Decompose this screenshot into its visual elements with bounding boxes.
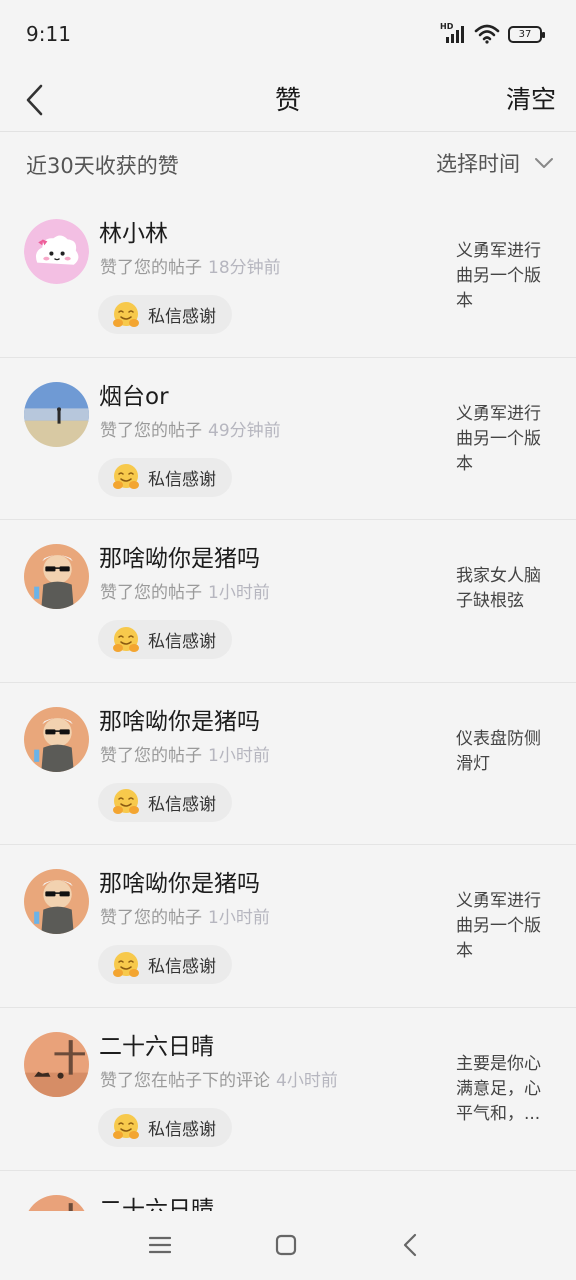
like-action: 赞了您的帖子 [100, 258, 202, 278]
like-time: 18分钟前 [208, 258, 281, 278]
username[interactable]: 二十六日晴 [99, 1190, 214, 1211]
like-action: 赞了您的帖子 [100, 583, 202, 604]
hug-emoji-icon [113, 789, 139, 815]
cloud-avatar-image [24, 219, 89, 284]
like-list: 林小林 赞了您的帖子 18分钟前 私信感谢 义勇军进行曲另一个版本 烟台or 赞了… [0, 195, 576, 1211]
post-title[interactable]: 义勇军进行曲另一个版本 [456, 402, 556, 477]
like-meta: 赞了您的帖子 1小时前 [100, 903, 270, 928]
cartoon-avatar-image [24, 544, 89, 610]
wifi-icon [474, 24, 500, 44]
username[interactable]: 二十六日晴 [99, 1027, 214, 1061]
like-time: 1小时前 [208, 745, 270, 766]
post-title[interactable]: 仪表盘防侧滑灯 [456, 727, 556, 777]
like-item[interactable]: 那啥呦你是猪吗 赞了您的帖子 1小时前 私信感谢 我家女人脑子缺根弦 [0, 520, 576, 683]
username[interactable]: 林小林 [99, 214, 168, 248]
home-square-icon [275, 1234, 297, 1256]
status-time: 9:11 [26, 22, 71, 46]
nav-back-button[interactable] [390, 1229, 430, 1261]
like-item[interactable]: 二十六日晴 赞了您在帖子下的评论 4小时前 私信感谢 主要是你心满意足，心平气和，… [0, 1008, 576, 1171]
like-time: 4小时前 [276, 1070, 338, 1091]
username[interactable]: 那啥呦你是猪吗 [99, 864, 260, 898]
status-icons: HD 37 [440, 22, 545, 44]
like-item[interactable]: 那啥呦你是猪吗 赞了您的帖子 1小时前 私信感谢 义勇军进行曲另一个版本 [0, 845, 576, 1008]
post-title[interactable]: 我家女人脑子缺根弦 [456, 564, 556, 614]
thanks-label: 私信感谢 [148, 957, 216, 978]
time-picker-label: 选择时间 [436, 152, 520, 176]
network-type: HD [440, 22, 454, 31]
like-action: 赞了您的帖子 [100, 908, 202, 929]
chevron-left-icon [26, 84, 43, 116]
like-action: 赞了您的帖子 [100, 745, 202, 766]
menu-button[interactable] [140, 1229, 180, 1261]
avatar[interactable] [24, 1194, 89, 1211]
post-title[interactable]: 主要是你心满意足，心平气和，... [456, 1052, 556, 1127]
thanks-label: 私信感谢 [148, 307, 216, 327]
like-item[interactable]: 林小林 赞了您的帖子 18分钟前 私信感谢 义勇军进行曲另一个版本 [0, 195, 576, 358]
hug-emoji-icon [113, 1114, 139, 1140]
battery-icon: 37 [508, 25, 545, 43]
like-time: 1小时前 [208, 908, 270, 929]
like-meta: 赞了您的帖子 49分钟前 [100, 416, 281, 441]
thanks-label: 私信感谢 [148, 1119, 216, 1140]
message-thanks-button[interactable]: 私信感谢 [98, 620, 232, 660]
message-thanks-button[interactable]: 私信感谢 [98, 295, 232, 334]
like-action: 赞了您在帖子下的评论 [100, 1070, 270, 1091]
system-nav-bar [0, 1211, 576, 1280]
username[interactable]: 烟台or [99, 377, 169, 411]
like-time: 1小时前 [208, 583, 270, 604]
like-item[interactable]: 二十六日晴 [0, 1171, 576, 1211]
signal-icon: HD [440, 22, 466, 43]
status-bar: 9:11 HD 37 [0, 0, 576, 68]
beach-avatar-image [24, 381, 89, 447]
avatar[interactable] [24, 381, 89, 447]
time-picker-button[interactable]: 选择时间 [436, 148, 554, 178]
sunset-avatar-image [24, 1031, 89, 1097]
home-button[interactable] [266, 1229, 306, 1261]
hug-emoji-icon [113, 301, 139, 327]
sunset-avatar-image [24, 1194, 89, 1211]
filter-row: 近30天收获的赞 选择时间 [0, 133, 576, 195]
avatar[interactable] [24, 219, 89, 284]
cartoon-avatar-image [24, 706, 89, 772]
thanks-label: 私信感谢 [148, 632, 216, 653]
username[interactable]: 那啥呦你是猪吗 [99, 702, 260, 736]
like-meta: 赞了您在帖子下的评论 4小时前 [100, 1066, 338, 1091]
cartoon-avatar-image [24, 869, 89, 935]
chevron-down-icon [535, 158, 553, 168]
thanks-label: 私信感谢 [148, 794, 216, 815]
message-thanks-button[interactable]: 私信感谢 [98, 1107, 232, 1147]
like-action: 赞了您的帖子 [100, 420, 202, 441]
clear-button[interactable]: 清空 [506, 80, 556, 116]
like-item[interactable]: 那啥呦你是猪吗 赞了您的帖子 1小时前 私信感谢 仪表盘防侧滑灯 [0, 683, 576, 846]
username[interactable]: 那啥呦你是猪吗 [99, 539, 260, 573]
hug-emoji-icon [113, 464, 139, 490]
header: 赞 清空 [0, 68, 576, 132]
avatar[interactable] [24, 1031, 89, 1097]
page-title: 赞 [274, 86, 301, 116]
like-meta: 赞了您的帖子 18分钟前 [100, 253, 281, 278]
like-time: 49分钟前 [208, 420, 281, 441]
post-title[interactable]: 义勇军进行曲另一个版本 [456, 889, 556, 964]
back-triangle-icon [403, 1233, 417, 1257]
avatar[interactable] [24, 869, 89, 935]
avatar[interactable] [24, 544, 89, 610]
message-thanks-button[interactable]: 私信感谢 [98, 945, 232, 985]
like-meta: 赞了您的帖子 1小时前 [100, 741, 270, 766]
menu-icon [149, 1236, 171, 1254]
post-title[interactable]: 义勇军进行曲另一个版本 [456, 239, 556, 314]
thanks-label: 私信感谢 [148, 469, 216, 490]
screen: 9:11 HD 37 赞 清空 近30天收获的赞 选择时间 林小林 赞了您的帖子… [0, 0, 576, 1280]
back-button[interactable] [14, 76, 54, 124]
avatar[interactable] [24, 706, 89, 772]
message-thanks-button[interactable]: 私信感谢 [98, 457, 232, 497]
filter-label: 近30天收获的赞 [26, 154, 179, 178]
message-thanks-button[interactable]: 私信感谢 [98, 782, 232, 822]
like-item[interactable]: 烟台or 赞了您的帖子 49分钟前 私信感谢 义勇军进行曲另一个版本 [0, 358, 576, 521]
hug-emoji-icon [113, 626, 139, 652]
hug-emoji-icon [113, 951, 139, 977]
like-meta: 赞了您的帖子 1小时前 [100, 578, 270, 603]
